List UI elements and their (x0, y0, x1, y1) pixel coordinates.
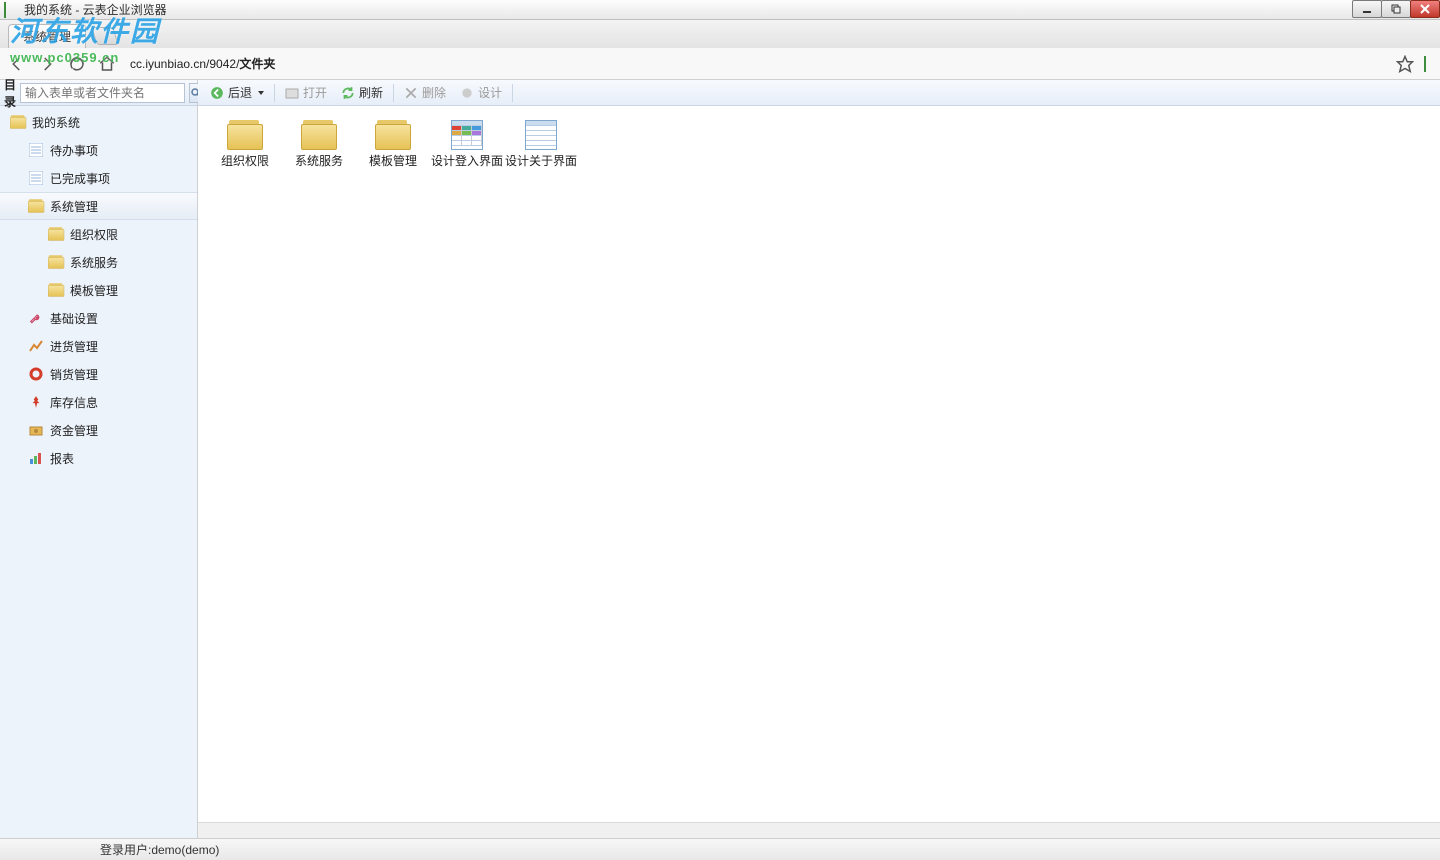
sidebar-header: 目录 (0, 80, 197, 106)
item-system-service[interactable]: 系统服务 (282, 120, 356, 168)
tab-system-management[interactable]: 系统管理 (8, 24, 86, 48)
tree-root-my-system[interactable]: 我的系统 (0, 108, 197, 136)
maximize-button[interactable] (1381, 0, 1411, 18)
toolbar-back-button[interactable]: 后退 (204, 82, 270, 104)
nav-home-button[interactable] (96, 53, 118, 75)
status-bar: 登录用户:demo(demo) (0, 838, 1440, 860)
sidebar-search-input[interactable] (20, 83, 185, 103)
nav-forward-button[interactable] (36, 53, 58, 75)
app-icon (4, 3, 18, 17)
tree-org-permission[interactable]: 组织权限 (0, 220, 197, 248)
list-icon (28, 142, 44, 158)
folder-icon (28, 198, 44, 214)
app-badge-icon[interactable] (1424, 57, 1426, 71)
tree-system-management[interactable]: 系统管理 (0, 192, 197, 220)
tab-label: 系统管理 (23, 30, 71, 44)
new-tab-button[interactable] (91, 27, 119, 45)
tab-strip: 系统管理 (0, 20, 1440, 48)
pin-icon (28, 394, 44, 410)
folder-icon (48, 254, 64, 270)
circle-icon (28, 366, 44, 382)
content-area: 后退 打开 刷新 删除 设计 组织权限 系统服务 模板管理 (198, 80, 1440, 838)
toolbar-design-button[interactable]: 设计 (454, 82, 508, 104)
separator (512, 84, 513, 102)
folder-icon-view[interactable]: 组织权限 系统服务 模板管理 设计登入界面 (198, 106, 1440, 182)
tree-report[interactable]: 报表 (0, 444, 197, 472)
tree-base-config[interactable]: 基础设置 (0, 304, 197, 332)
tree-todo[interactable]: 待办事项 (0, 136, 197, 164)
money-icon (28, 422, 44, 438)
folder-icon (10, 114, 26, 130)
star-icon[interactable] (1394, 53, 1416, 75)
nav-reload-button[interactable] (66, 53, 88, 75)
sidebar-title: 目录 (4, 76, 16, 110)
item-org-permission[interactable]: 组织权限 (208, 120, 282, 168)
tree-sales[interactable]: 销货管理 (0, 360, 197, 388)
toolbar-delete-button[interactable]: 删除 (398, 82, 452, 104)
item-design-login-page[interactable]: 设计登入界面 (430, 120, 504, 168)
folder-icon (48, 226, 64, 242)
folder-icon (301, 120, 337, 150)
table-icon (525, 120, 557, 150)
toolbar-refresh-button[interactable]: 刷新 (335, 82, 389, 104)
separator (393, 84, 394, 102)
tree-stock[interactable]: 库存信息 (0, 388, 197, 416)
toolbar-open-button[interactable]: 打开 (279, 82, 333, 104)
tree-done[interactable]: 已完成事项 (0, 164, 197, 192)
form-icon (451, 120, 483, 150)
bar-chart-icon (28, 450, 44, 466)
folder-icon (48, 282, 64, 298)
tree-purchase[interactable]: 进货管理 (0, 332, 197, 360)
address-bar: cc.iyunbiao.cn/9042/文件夹 (0, 48, 1440, 80)
nav-back-button[interactable] (6, 53, 28, 75)
chart-up-icon (28, 338, 44, 354)
separator (274, 84, 275, 102)
main-area: 目录 我的系统 待办事项 已完成事项 系统管理 组织权限 系统服务 模板管理 基… (0, 80, 1440, 838)
item-template-management[interactable]: 模板管理 (356, 120, 430, 168)
list-icon (28, 170, 44, 186)
minimize-button[interactable] (1352, 0, 1382, 18)
titlebar: 我的系统 - 云表企业浏览器 (0, 0, 1440, 20)
content-toolbar: 后退 打开 刷新 删除 设计 (198, 80, 1440, 106)
item-design-about-page[interactable]: 设计关于界面 (504, 120, 578, 168)
folder-icon (227, 120, 263, 150)
horizontal-scrollbar[interactable] (198, 822, 1440, 838)
address-field[interactable]: cc.iyunbiao.cn/9042/文件夹 (126, 55, 1386, 72)
tree-template-management[interactable]: 模板管理 (0, 276, 197, 304)
sidebar-tree: 我的系统 待办事项 已完成事项 系统管理 组织权限 系统服务 模板管理 基础设置… (0, 106, 197, 472)
wrench-icon (28, 310, 44, 326)
close-button[interactable] (1410, 0, 1440, 18)
folder-icon (375, 120, 411, 150)
sidebar: 目录 我的系统 待办事项 已完成事项 系统管理 组织权限 系统服务 模板管理 基… (0, 80, 198, 838)
status-user: 登录用户:demo(demo) (100, 841, 219, 858)
tree-fund[interactable]: 资金管理 (0, 416, 197, 444)
window-buttons (1353, 0, 1440, 18)
window-title: 我的系统 - 云表企业浏览器 (24, 1, 167, 18)
tree-system-service[interactable]: 系统服务 (0, 248, 197, 276)
